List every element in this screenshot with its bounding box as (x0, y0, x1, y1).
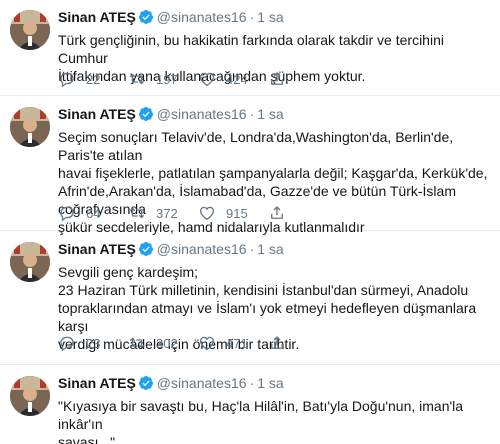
retweet-button[interactable]: 302 (128, 334, 198, 352)
separator-dot: · (249, 106, 255, 122)
tweet[interactable]: Sinan ATEŞ @sinanates16 · 1 sa Türk gençliğ… (0, 0, 500, 96)
retweet-button[interactable]: 197 (128, 70, 198, 88)
reply-icon (60, 206, 74, 222)
separator-dot: · (249, 9, 255, 25)
retweet-button[interactable]: 372 (128, 204, 198, 222)
tweet-header: Sinan ATEŞ @sinanates16 · 1 sa (58, 240, 488, 261)
avatar[interactable] (10, 10, 50, 50)
retweet-count: 302 (156, 335, 178, 351)
timestamp[interactable]: 1 sa (257, 9, 283, 25)
tweet-header: Sinan ATEŞ @sinanates16 · 1 sa (58, 105, 488, 126)
share-button[interactable] (268, 204, 338, 222)
reply-button[interactable]: 64 (58, 204, 128, 222)
reply-icon (60, 336, 74, 352)
tweet-actions: 23 302 471 (58, 334, 338, 352)
avatar[interactable] (10, 107, 50, 147)
author-handle[interactable]: @sinanates16 (157, 375, 247, 391)
verified-badge-icon (138, 9, 154, 29)
tweet[interactable]: Sinan ATEŞ @sinanates16 · 1 sa "Kıyasıya bi… (0, 366, 500, 444)
tweet[interactable]: Sinan ATEŞ @sinanates16 · 1 sa Seçim sonuçl… (0, 97, 500, 235)
like-count: 424 (226, 71, 248, 87)
author-name[interactable]: Sinan ATEŞ (58, 9, 136, 25)
retweet-icon (129, 73, 145, 85)
separator-dot: · (249, 241, 255, 257)
author-handle[interactable]: @sinanates16 (157, 9, 247, 25)
retweet-count: 372 (156, 205, 178, 221)
verified-badge-icon (138, 241, 154, 261)
reply-count: 22 (86, 71, 101, 87)
share-button[interactable] (268, 70, 338, 88)
like-count: 471 (226, 335, 248, 351)
heart-icon (199, 336, 215, 351)
author-handle[interactable]: @sinanates16 (157, 106, 247, 122)
like-button[interactable]: 424 (198, 70, 268, 88)
share-icon (271, 72, 283, 85)
tweet-header: Sinan ATEŞ @sinanates16 · 1 sa (58, 374, 488, 395)
tweet-actions: 22 197 424 (58, 70, 338, 88)
reply-icon (60, 72, 74, 88)
tweet-header: Sinan ATEŞ @sinanates16 · 1 sa (58, 8, 488, 29)
verified-badge-icon (138, 375, 154, 395)
author-name[interactable]: Sinan ATEŞ (58, 106, 136, 122)
timestamp[interactable]: 1 sa (257, 375, 283, 391)
share-icon (271, 206, 283, 219)
reply-button[interactable]: 22 (58, 70, 128, 88)
avatar[interactable] (10, 376, 50, 416)
reply-button[interactable]: 23 (58, 334, 128, 352)
reply-count: 23 (86, 335, 101, 351)
tweet-text: "Kıyasıya bir savaştı bu, Haç'la Hilâl'i… (58, 398, 464, 444)
tweet[interactable]: Sinan ATEŞ @sinanates16 · 1 sa Sevgili genç… (0, 232, 500, 365)
author-name[interactable]: Sinan ATEŞ (58, 241, 136, 257)
retweet-icon (129, 207, 145, 219)
avatar[interactable] (10, 242, 50, 282)
share-button[interactable] (268, 334, 338, 352)
like-button[interactable]: 471 (198, 334, 268, 352)
timestamp[interactable]: 1 sa (257, 106, 283, 122)
heart-icon (199, 206, 215, 221)
like-button[interactable]: 915 (198, 204, 268, 222)
author-name[interactable]: Sinan ATEŞ (58, 375, 136, 391)
heart-icon (199, 72, 215, 87)
author-handle[interactable]: @sinanates16 (157, 241, 247, 257)
tweet-feed: Sinan ATEŞ @sinanates16 · 1 sa Türk gençliğ… (0, 0, 500, 444)
verified-badge-icon (138, 106, 154, 126)
separator-dot: · (249, 375, 255, 391)
timestamp[interactable]: 1 sa (257, 241, 283, 257)
retweet-count: 197 (156, 71, 178, 87)
retweet-icon (129, 337, 145, 349)
share-icon (271, 336, 283, 349)
tweet-actions: 64 372 915 (58, 204, 338, 222)
like-count: 915 (226, 205, 248, 221)
reply-count: 64 (86, 205, 101, 221)
